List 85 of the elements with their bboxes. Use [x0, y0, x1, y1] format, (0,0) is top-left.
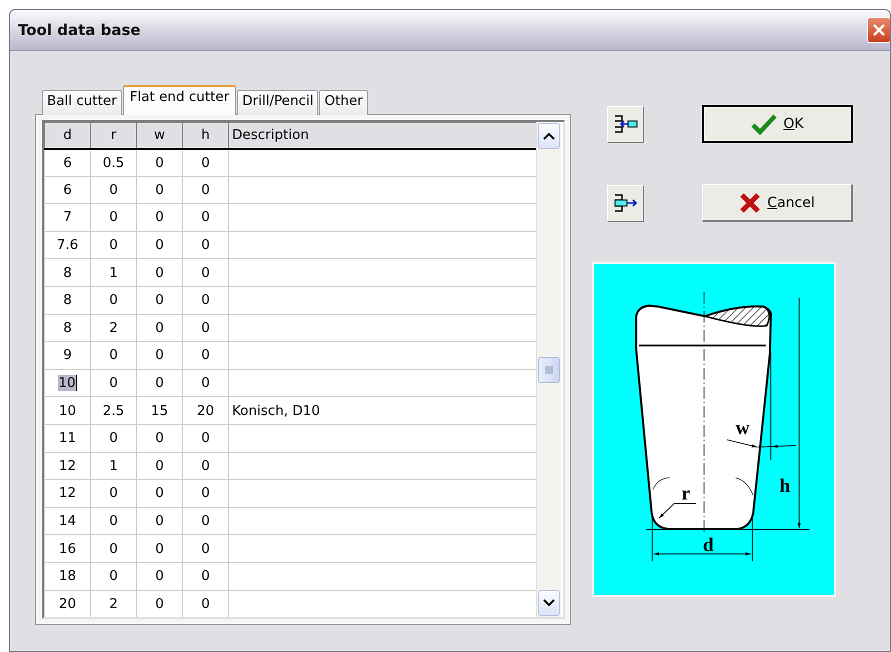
ok-button[interactable]: OK [702, 105, 853, 143]
table-cell: 15 [150, 402, 168, 419]
table-cell: 0 [201, 320, 210, 336]
table-cell: 0 [109, 430, 118, 446]
table-cell: 0 [201, 375, 210, 392]
table-cell: 0 [201, 182, 210, 198]
table-cell: 0 [201, 458, 210, 474]
cancel-button[interactable]: Cancel [702, 184, 853, 222]
table-cell: 9 [63, 347, 72, 364]
table-cell: Konisch, D10 [232, 402, 320, 419]
table-cell: 0 [109, 292, 118, 308]
table-cell: 0 [201, 540, 210, 557]
table-cell: 0 [155, 513, 164, 530]
table-cell: 0 [155, 596, 164, 612]
table-cell: 2.5 [102, 402, 124, 419]
h-label: h [780, 476, 790, 497]
table-cell: 0 [201, 596, 210, 612]
table-cell: 0 [155, 154, 164, 171]
table-cell: 0 [109, 568, 118, 584]
column-header[interactable]: w [136, 122, 182, 148]
table-cell: 12 [58, 485, 76, 502]
table-cell: 0 [109, 237, 118, 254]
table-cell: 0 [201, 568, 210, 584]
table-cell: 0 [155, 458, 164, 474]
tab[interactable]: Drill/Pencil [237, 90, 318, 115]
table-cell: 2 [109, 320, 118, 336]
table-cell: 11 [58, 430, 76, 446]
table-cell: 12 [58, 458, 76, 474]
table-cell: 0 [155, 485, 164, 502]
table-cell: 1 [109, 458, 118, 474]
cell-editor[interactable]: 10 [58, 375, 77, 392]
table-cell: 0 [201, 209, 210, 226]
table-cell: 8 [63, 292, 72, 308]
d-label: d [702, 534, 714, 556]
table-cell: 0 [155, 264, 164, 281]
table-cell: 0 [155, 375, 164, 392]
table-cell: 0 [109, 375, 118, 392]
column-header[interactable]: h [182, 122, 228, 148]
table-cell: 0 [109, 540, 118, 557]
table-cell: 7.6 [56, 237, 78, 254]
tab[interactable]: Other [319, 90, 368, 115]
table-cell: 0 [109, 182, 118, 198]
table-cell: 10 [58, 402, 76, 419]
table-cell: 0 [201, 154, 210, 171]
table-cell: 0 [155, 568, 164, 584]
table-cell: 0 [201, 292, 210, 308]
tab[interactable]: Ball cutter [42, 90, 122, 115]
table-cell: 0 [155, 209, 164, 226]
table-cell: 20 [58, 596, 76, 612]
table-cell: 1 [109, 264, 118, 281]
table-cell: 14 [58, 513, 76, 530]
w-label: w [736, 418, 750, 439]
table-cell: 0 [155, 540, 164, 557]
table-cell: 0 [201, 264, 210, 281]
table-cell: 0 [155, 292, 164, 308]
table-cell: 0 [201, 430, 210, 446]
table-cell: 6 [63, 182, 72, 198]
table-cell: 0 [155, 320, 164, 336]
window-title: Tool data base [18, 21, 141, 39]
table-cell: 0 [201, 485, 210, 502]
tab[interactable]: Flat end cutter [122, 85, 236, 115]
table-cell: 0 [109, 347, 118, 364]
table-cell: 0 [109, 513, 118, 530]
column-header[interactable]: r [90, 122, 136, 148]
table-cell: 20 [196, 402, 214, 419]
table-cell: 6 [63, 154, 72, 171]
table-cell: 8 [63, 264, 72, 281]
column-header[interactable]: Description [228, 122, 536, 148]
table-cell: 0 [155, 430, 164, 446]
table-cell: 16 [58, 540, 76, 557]
table-cell: 0 [155, 182, 164, 198]
table-cell: 0 [201, 347, 210, 364]
table-cell: 0 [201, 513, 210, 530]
table-cell: 7 [63, 209, 72, 226]
r-label: r [682, 484, 690, 505]
table-cell: 8 [63, 320, 72, 336]
table-cell: 0 [109, 209, 118, 226]
table-cell: 18 [58, 568, 76, 584]
table-cell: 2 [109, 596, 118, 612]
table-cell: 0 [155, 237, 164, 254]
column-header[interactable]: d [44, 122, 90, 148]
table-cell: 0.5 [102, 154, 124, 171]
table-cell: 0 [155, 347, 164, 364]
table-cell: 0 [109, 485, 118, 502]
table-cell: 0 [201, 237, 210, 254]
